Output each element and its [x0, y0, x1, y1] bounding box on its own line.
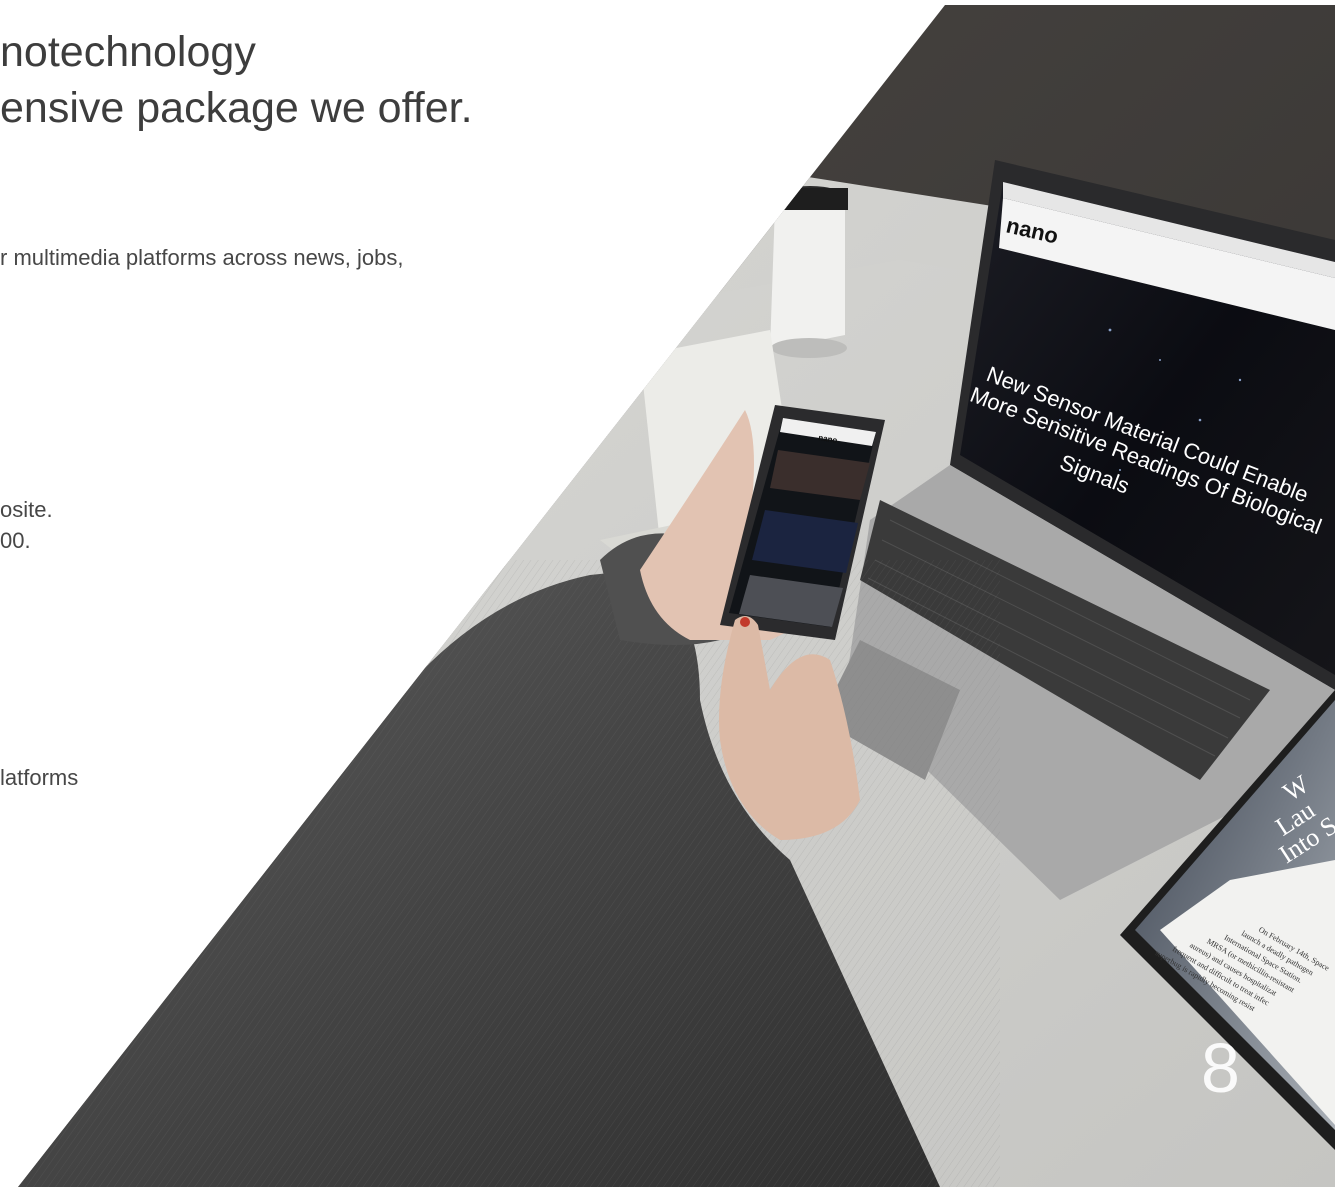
page-number: 8: [1201, 1029, 1240, 1107]
person-sleeve: [18, 533, 1000, 1187]
brochure-page: notechnology ensive package we offer. r …: [0, 0, 1335, 1187]
devices-photo: nano New Sensor Material Could Enable Mo…: [18, 5, 1335, 1187]
coffee-cup: [770, 186, 848, 358]
